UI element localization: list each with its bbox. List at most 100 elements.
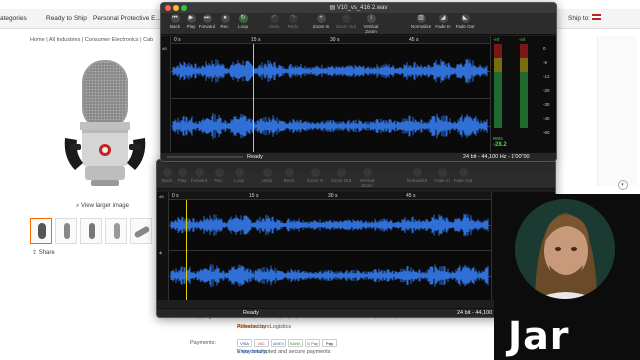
amex-icon: AMEX	[271, 339, 286, 347]
toolbar-button-forward[interactable]: ⏭ Forward	[197, 14, 217, 29]
thumbnail-5[interactable]	[130, 218, 152, 244]
rms-value: -28.2	[493, 142, 507, 148]
nav-personal-protective[interactable]: Personal Protective E...	[93, 15, 161, 22]
right-panel	[597, 36, 637, 186]
toolbar-icon	[234, 168, 244, 177]
audio-editor-window-front[interactable]: ▤ V10_vs_416 2.wav » ⏮Back▶Play⏭Forward●…	[160, 2, 557, 162]
toolbar-button-back-8[interactable]: Zoom Out	[331, 168, 351, 183]
playhead-cursor[interactable]	[253, 44, 254, 153]
meter-tick: -40	[543, 116, 550, 121]
normalize-icon: ▥	[416, 14, 426, 23]
meter-tick: -6	[543, 60, 548, 65]
toolbar-button-zoom-out[interactable]: − Zoom Out	[336, 14, 356, 29]
thumbnail-3[interactable]	[80, 218, 102, 244]
toolbar-icon	[437, 168, 447, 177]
breadcrumb[interactable]: Home | All Industries | Consumer Electro…	[30, 37, 153, 43]
toolbar-button-back-3[interactable]: Rec.	[209, 168, 229, 183]
toolbar-label: Play	[186, 24, 196, 29]
status-ready: Ready	[247, 154, 263, 160]
toolbar-button-undo[interactable]: ↶ Undo	[264, 14, 284, 29]
nav-ship-to[interactable]: Ship to:	[568, 15, 590, 22]
toolbar-button-back-12[interactable]: Fade Out	[453, 168, 473, 183]
time-ruler[interactable]: 0 s 15 s 30 s 45 s	[169, 192, 491, 200]
waveform-right	[170, 263, 489, 288]
toolbar-label: Vertical Zoom	[359, 178, 375, 188]
view-details-link[interactable]: View details	[237, 349, 266, 355]
channel-right[interactable]	[169, 251, 491, 300]
product-image-microphone[interactable]	[55, 58, 155, 193]
nav-ready-to-ship[interactable]: Ready to Ship	[46, 15, 87, 22]
record-icon: ●	[220, 14, 230, 23]
channel-right[interactable]	[171, 99, 490, 153]
channel-left[interactable]	[171, 45, 490, 97]
toolbar-button-back-2[interactable]: Forward	[189, 168, 209, 183]
channel-left[interactable]	[169, 201, 491, 249]
progress-track	[167, 156, 243, 158]
forward-icon: ⏭	[202, 14, 212, 23]
toolbar-button-back-7[interactable]: Zoom In	[305, 168, 325, 183]
flag-icon	[592, 14, 601, 20]
toolbar-label: Forward	[190, 178, 208, 183]
toolbar-label: Back	[169, 24, 180, 29]
toolbar-button-fade-in[interactable]: ◢ Fade In	[433, 14, 453, 29]
toolbar-button-record[interactable]: ● Rec.	[215, 14, 235, 29]
time-ruler[interactable]: 0 s 15 s 30 s 45 s	[171, 36, 490, 44]
toolbar-button-back-10[interactable]: Normalize	[407, 168, 427, 183]
toolbar-label: Undo	[261, 178, 273, 183]
thumbnail-2[interactable]	[55, 218, 77, 244]
db-scale: dB	[161, 36, 171, 153]
toolbar-button-back-9[interactable]: Vertical Zoom	[357, 168, 377, 188]
zoom-button[interactable]	[181, 5, 187, 11]
visa-icon: VISA	[237, 339, 252, 347]
toolbar-label: Redo	[287, 24, 299, 29]
toolbar-button-zoom-in[interactable]: + Zoom In	[311, 14, 331, 29]
toolbar-button-back-6[interactable]: Redo	[279, 168, 299, 183]
toolbar-back: Back Play Forward Rec. Loop Undo Redo Zoom In Zo…	[157, 167, 555, 189]
window-titlebar[interactable]: ▤ V10_vs_416 2.wav	[161, 3, 556, 13]
view-larger-image[interactable]: ⌕ View larger image	[76, 203, 129, 210]
toolbar-button-fade-out[interactable]: ◣ Fade Out	[455, 14, 475, 29]
minimize-button[interactable]	[173, 5, 179, 11]
meter-tick: -60	[543, 130, 550, 135]
share-link[interactable]: ⇪ Share	[32, 249, 55, 256]
toolbar-label: Normalize	[407, 178, 428, 183]
thumbnail-1[interactable]	[30, 218, 52, 244]
toolbar-button-normalize[interactable]: ▥ Normalize	[411, 14, 431, 29]
close-button[interactable]	[165, 5, 171, 11]
webcam-avatar	[515, 199, 615, 299]
toolbar-icon	[412, 168, 422, 177]
loop-icon: ↻	[238, 14, 248, 23]
meter-tick: -20	[543, 88, 550, 93]
file-icon: ▤	[329, 5, 337, 11]
toolbar-label: Vertical Zoom	[363, 24, 379, 34]
applepay-icon: Pay	[322, 339, 337, 347]
waveform-view[interactable]: 0 s 15 s 30 s 45 s	[171, 36, 490, 153]
nav-categories[interactable]: ategories	[0, 15, 27, 22]
thumbnail-4[interactable]	[105, 218, 127, 244]
webcam-name: Jar	[508, 314, 570, 358]
toolbar-label: Rec.	[214, 178, 224, 183]
webcam-overlay: Jar	[494, 194, 640, 360]
meter-tick: 0	[543, 46, 546, 51]
toolbar-label: Zoom In	[312, 24, 330, 29]
chat-icon[interactable]: ◐	[618, 180, 628, 190]
playhead-cursor[interactable]	[186, 200, 187, 300]
gpay-icon: G Pay	[305, 339, 320, 347]
waveform-view-back[interactable]: 0 s 15 s 30 s 45 s	[169, 192, 491, 300]
toolbar-button-vertical-zoom[interactable]: ↕ Vertical Zoom	[361, 14, 381, 34]
zoom-in-icon: +	[316, 14, 326, 23]
meter-tick: -12	[543, 74, 550, 79]
toolbar-button-back-5[interactable]: Undo	[257, 168, 277, 183]
toolbar-label: Fade In	[434, 178, 450, 183]
toolbar-button-redo[interactable]: ↷ Redo	[283, 14, 303, 29]
toolbar-icon	[262, 168, 272, 177]
back-icon: ⏮	[170, 14, 180, 23]
mastercard-icon: MC	[254, 339, 269, 347]
toolbar-button-back-11[interactable]: Fade In	[432, 168, 452, 183]
toolbar-button-loop[interactable]: ↻ Loop	[233, 14, 253, 29]
toolbar-button-back-4[interactable]: Loop	[229, 168, 249, 183]
status-bar: Ready 24 bit - 44,100 Hz - 1'00"00	[161, 152, 556, 161]
toolbar-icon	[284, 168, 294, 177]
redo-icon: ↷	[288, 14, 298, 23]
db-scale: dB ◆	[157, 192, 169, 300]
